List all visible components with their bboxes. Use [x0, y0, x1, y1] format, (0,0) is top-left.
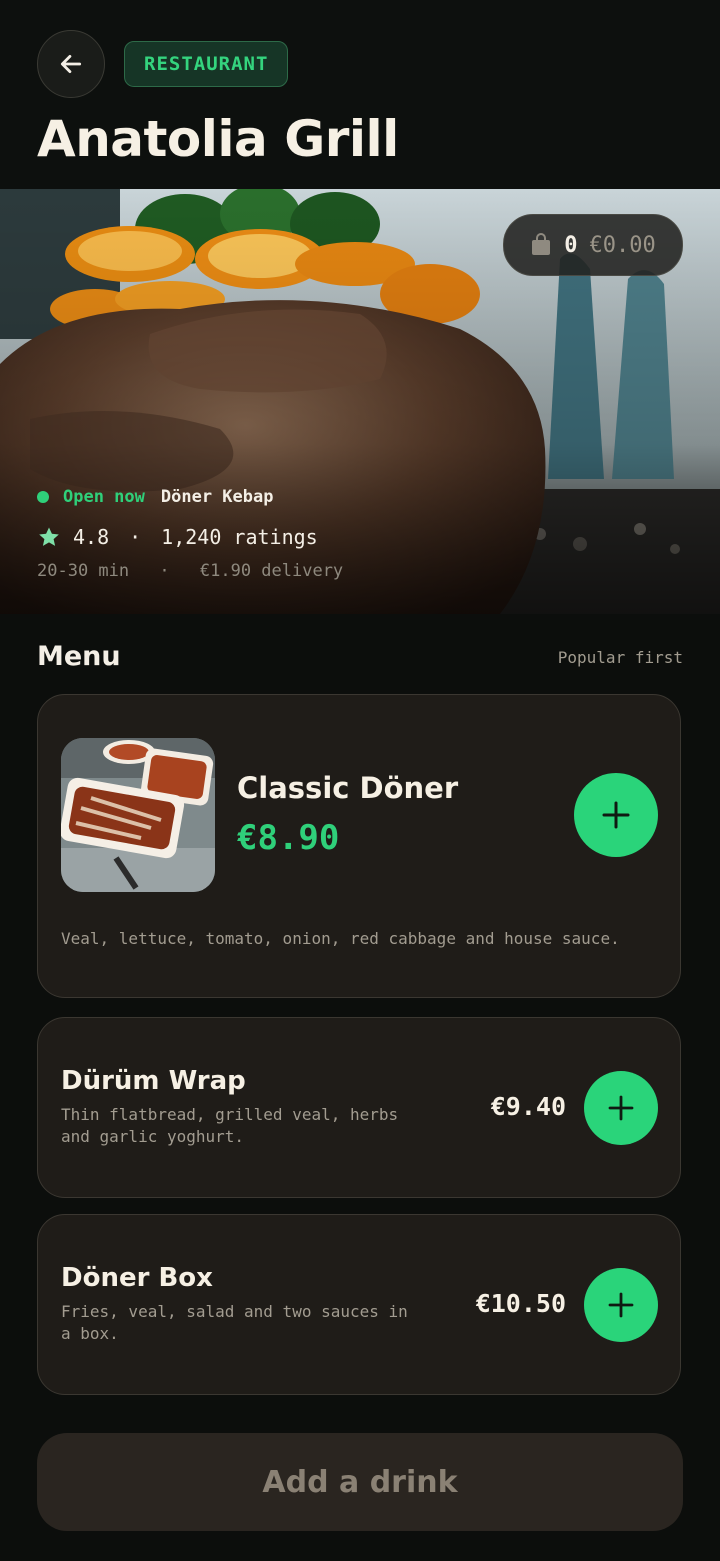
- open-status-dot: [37, 491, 49, 503]
- menu-item-card[interactable]: Classic Döner €8.90 Veal, lettuce, tomat…: [37, 694, 681, 998]
- open-status: Open now: [63, 487, 145, 507]
- cart-button[interactable]: 0 €0.00: [503, 214, 683, 276]
- star-icon: [39, 527, 59, 546]
- item-price: €9.40: [490, 1092, 566, 1121]
- sort-toggle[interactable]: Popular first: [558, 648, 683, 667]
- page-title: Anatolia Grill: [37, 110, 399, 168]
- add-to-cart-button[interactable]: [584, 1071, 658, 1145]
- delivery-fee: €1.90 delivery: [199, 561, 344, 581]
- plus-icon: [602, 801, 630, 829]
- cart-total: €0.00: [589, 232, 656, 258]
- restaurant-info: Open now Döner Kebap 4.8 · 1,240 ratings…: [37, 485, 343, 581]
- item-description: Thin flatbread, grilled veal, herbs and …: [61, 1105, 399, 1146]
- cart-count: 0: [564, 232, 578, 258]
- add-to-cart-button[interactable]: [584, 1268, 658, 1342]
- item-name: Dürüm Wrap: [61, 1066, 246, 1096]
- menu-title: Menu: [37, 641, 121, 672]
- category-chip: RESTAURANT: [124, 41, 289, 87]
- restaurant-page: RESTAURANT Anatolia Grill Open now Döner…: [0, 0, 720, 1561]
- plus-icon: [608, 1095, 634, 1121]
- menu-item-card[interactable]: Döner Box Fries, veal, salad and two sau…: [37, 1214, 681, 1395]
- item-price: €10.50: [475, 1289, 566, 1318]
- add-to-cart-button[interactable]: [574, 773, 658, 857]
- delivery-time: 20-30 min: [37, 561, 130, 581]
- back-button[interactable]: [37, 30, 105, 98]
- item-price: €8.90: [237, 818, 340, 858]
- separator: ·: [159, 561, 170, 581]
- rating-value: 4.8: [73, 525, 110, 549]
- item-name: Classic Döner: [237, 771, 459, 805]
- separator: ·: [129, 525, 142, 549]
- shopping-bag-icon: [532, 233, 551, 255]
- arrow-left-icon: [60, 55, 82, 73]
- ratings-count: 1,240 ratings: [161, 525, 318, 549]
- item-name: Döner Box: [61, 1263, 213, 1293]
- menu-item-card[interactable]: Dürüm Wrap Thin flatbread, grilled veal,…: [37, 1017, 681, 1198]
- item-description: Fries, veal, salad and two sauces in a b…: [61, 1302, 408, 1343]
- cuisine-label: Döner Kebap: [160, 487, 274, 507]
- header: RESTAURANT Anatolia Grill: [0, 0, 720, 189]
- item-description: Veal, lettuce, tomato, onion, red cabbag…: [61, 929, 620, 948]
- add-drink-button[interactable]: Add a drink: [37, 1433, 683, 1531]
- plus-icon: [608, 1292, 634, 1318]
- item-photo: [61, 738, 215, 892]
